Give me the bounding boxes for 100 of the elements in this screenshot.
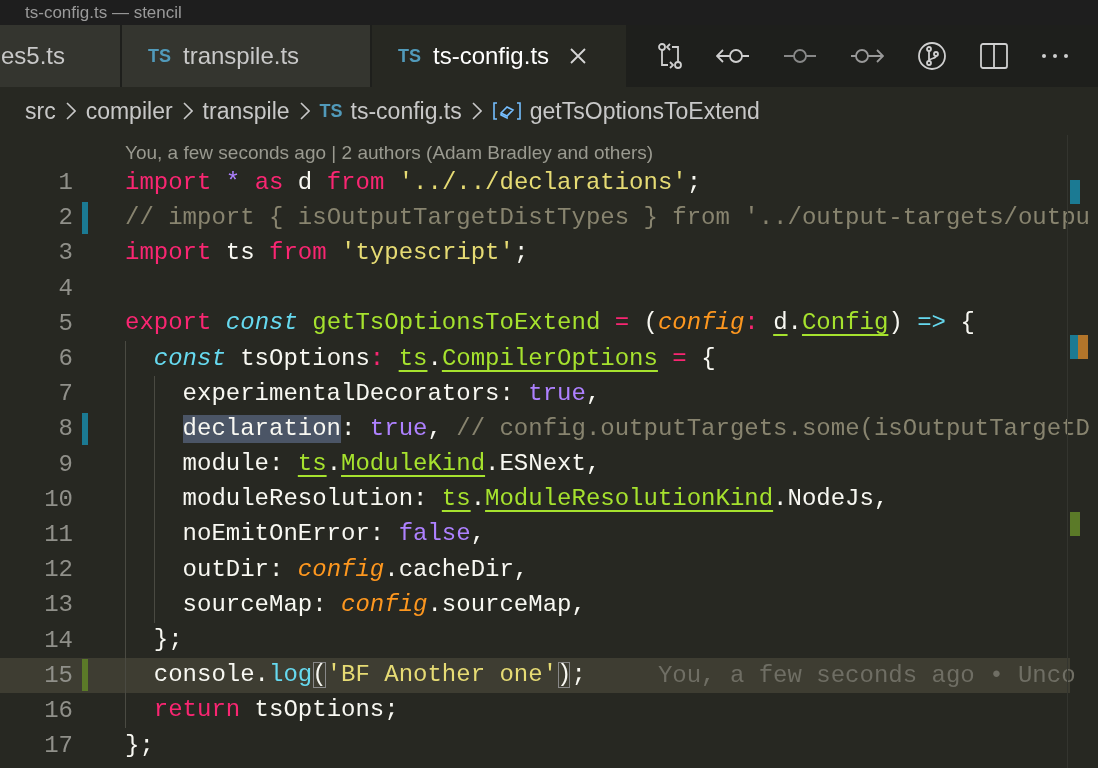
code-text: ; bbox=[686, 168, 702, 197]
editor-tab[interactable]: TS ts-config.ts bbox=[372, 25, 626, 87]
code-constant: true bbox=[368, 414, 428, 443]
code-comment: // import { isOutputTargetDistTypes } from '../output-targets/outpu bbox=[125, 203, 1090, 232]
breadcrumb-item[interactable]: getTsOptionsToExtend bbox=[529, 97, 760, 125]
window-title: ts-config.ts — stencil bbox=[25, 2, 182, 23]
more-icon[interactable] bbox=[1041, 53, 1070, 59]
code-text: outDir: bbox=[182, 555, 284, 584]
code-constant: false bbox=[397, 520, 471, 549]
parameter-name: config bbox=[657, 309, 745, 338]
code-operator: : bbox=[744, 309, 760, 338]
code-text: tsOptions; bbox=[253, 696, 399, 725]
code-operator: : bbox=[369, 344, 386, 373]
line-number: 13 bbox=[43, 591, 73, 619]
chevron-icon bbox=[471, 102, 482, 120]
code-constant: * bbox=[224, 168, 241, 197]
code-text: . bbox=[470, 485, 486, 514]
code-operator: = bbox=[613, 309, 630, 338]
ruler-marker bbox=[1070, 512, 1080, 536]
function-name: log bbox=[269, 661, 313, 690]
line-number: 15 bbox=[43, 661, 73, 689]
code-constant: true bbox=[527, 379, 586, 408]
ruler-marker bbox=[1078, 335, 1088, 359]
line-number: 16 bbox=[43, 696, 73, 724]
code-keyword: import bbox=[125, 238, 212, 267]
codelens-text[interactable]: You, a few seconds ago | 2 authors (Adam Bradley and others) bbox=[125, 142, 654, 163]
code-text: , bbox=[470, 520, 486, 549]
code-keyword: import bbox=[125, 168, 212, 197]
code-keyword: from bbox=[268, 238, 327, 267]
compare-changes-icon[interactable] bbox=[656, 42, 683, 70]
parameter-name: config bbox=[340, 590, 428, 619]
code-keyword: export bbox=[125, 309, 212, 338]
code-keyword: return bbox=[153, 696, 241, 725]
line-number: 10 bbox=[43, 485, 73, 513]
parameter-name: config bbox=[296, 555, 385, 584]
code-operator: => bbox=[916, 309, 946, 338]
line-number: 1 bbox=[57, 169, 73, 197]
code-text: module: bbox=[182, 450, 285, 479]
ts-file-icon: TS bbox=[319, 100, 343, 122]
line-number: 4 bbox=[57, 274, 73, 302]
line-number: 9 bbox=[57, 450, 73, 478]
code-text: .ESNext, bbox=[485, 450, 601, 479]
code-keyword: const bbox=[224, 309, 298, 338]
code-text: . bbox=[326, 450, 342, 479]
ruler-marker bbox=[1070, 180, 1080, 204]
line-number: 12 bbox=[43, 556, 73, 584]
line-number: 7 bbox=[57, 380, 73, 408]
code-keyword: from bbox=[325, 168, 385, 197]
breadcrumb-item[interactable]: compiler bbox=[85, 97, 173, 125]
string-literal: 'typescript' bbox=[340, 238, 514, 267]
code-text: ; bbox=[571, 661, 586, 690]
editor-tab[interactable]: TS transpile.ts bbox=[122, 25, 370, 87]
code-text: moduleResolution: bbox=[182, 485, 429, 514]
code-text: , bbox=[585, 379, 601, 408]
code-text: .cacheDir, bbox=[384, 555, 529, 584]
chevron-icon bbox=[182, 102, 193, 120]
type-name: ts bbox=[297, 450, 327, 479]
matched-bracket: ) bbox=[557, 661, 572, 690]
code-text: ) bbox=[888, 309, 903, 338]
symbol-icon bbox=[491, 101, 522, 121]
type-name: CompilerOptions bbox=[441, 344, 658, 373]
highlighted-word: declaration bbox=[182, 414, 342, 443]
code-text: console. bbox=[153, 661, 269, 690]
code-comment: // config.outputTargets.some(isOutputTargetD bbox=[455, 414, 1090, 443]
code-text: { bbox=[700, 344, 716, 373]
line-number: 6 bbox=[57, 345, 73, 373]
type-name: ts bbox=[398, 344, 428, 373]
code-keyword: as bbox=[253, 168, 284, 197]
line-number: 3 bbox=[57, 239, 73, 267]
split-editor-icon[interactable] bbox=[980, 43, 1009, 69]
type-name: Config bbox=[801, 309, 889, 338]
line-number: 8 bbox=[57, 415, 73, 443]
chevron-icon bbox=[299, 102, 310, 120]
code-text: . bbox=[427, 344, 442, 373]
code-keyword: const bbox=[153, 344, 226, 373]
code-text: ; bbox=[513, 238, 529, 267]
code-text: sourceMap: bbox=[182, 590, 327, 619]
chevron-icon bbox=[65, 102, 76, 120]
code-text: tsOptions bbox=[239, 344, 370, 373]
breadcrumb-item[interactable]: transpile bbox=[202, 97, 290, 125]
code-text: ( bbox=[642, 309, 658, 338]
string-literal: '../../declarations' bbox=[397, 168, 687, 197]
code-text: }; bbox=[125, 731, 154, 760]
close-icon[interactable] bbox=[569, 47, 588, 65]
code-text: d bbox=[296, 168, 313, 197]
breadcrumb-item[interactable]: ts-config.ts bbox=[350, 97, 462, 125]
function-name: getTsOptionsToExtend bbox=[311, 309, 601, 338]
code-operator: = bbox=[671, 344, 687, 373]
string-literal: 'BF Another one' bbox=[326, 661, 558, 690]
line-number: 14 bbox=[43, 626, 73, 654]
code-text: noEmitOnError: bbox=[182, 520, 385, 549]
type-name: ts bbox=[441, 485, 471, 514]
code-text: }; bbox=[153, 626, 183, 655]
line-number: 2 bbox=[57, 204, 73, 232]
line-number: 17 bbox=[43, 732, 73, 760]
code-text: : bbox=[341, 414, 356, 443]
breadcrumb-item[interactable]: src bbox=[25, 97, 56, 125]
code-text: .NodeJs, bbox=[773, 485, 889, 514]
git-branch-icon[interactable] bbox=[917, 41, 948, 71]
editor-tab[interactable]: es5.ts bbox=[0, 25, 120, 87]
